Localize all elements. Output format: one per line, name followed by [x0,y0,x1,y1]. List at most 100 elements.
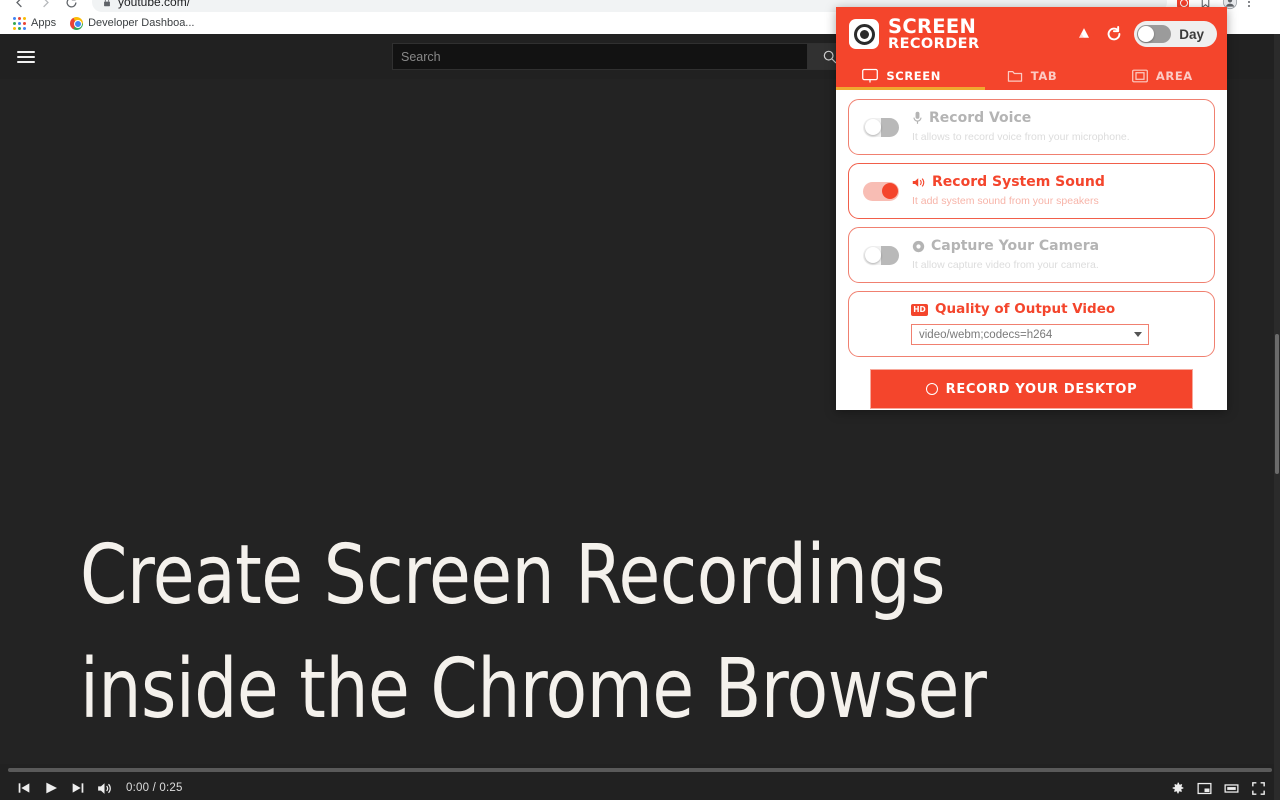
next-track-button[interactable] [64,776,91,800]
tab-area-label: AREA [1155,69,1193,83]
record-circle-icon [925,383,938,395]
record-system-sound-subtitle: It add system sound from your speakers [912,194,1099,207]
tab-screen[interactable]: SCREEN [836,62,966,90]
capture-camera-text: Capture Your Camera It allow capture vid… [912,238,1099,273]
capture-camera-title: Capture Your Camera [931,237,1100,254]
miniplayer-icon [1197,782,1212,794]
video-title-line-1: Create Screen Recordings [80,528,946,623]
tab-tab[interactable]: TAB [966,62,1096,90]
play-button[interactable] [37,776,64,800]
fullscreen-icon [1252,781,1265,795]
microphone-icon [913,111,922,124]
next-track-icon [72,783,83,793]
video-overlay-title: Create Screen Recordings inside the Chro… [80,519,1200,747]
record-system-sound-title: Record System Sound [932,173,1105,190]
record-system-sound-title-row: Record System Sound [912,174,1105,191]
record-voice-toggle[interactable] [863,117,899,137]
capture-camera-title-row: Capture Your Camera [912,238,1099,255]
record-your-desktop-button[interactable]: RECORD YOUR DESKTOP [870,369,1193,409]
progress-bar-track[interactable] [8,768,1272,772]
quality-select-value: video/webm;codecs=h264 [919,328,1053,341]
theater-mode-button[interactable] [1218,776,1245,800]
brand-line-1: SCREEN [888,15,977,38]
address-bar-url: youtube.com/ [118,0,191,9]
fullscreen-button[interactable] [1245,776,1272,800]
option-capture-camera[interactable]: Capture Your Camera It allow capture vid… [848,227,1215,283]
video-player-controls: 0:00 / 0:25 [0,764,1280,800]
apps-label: Apps [31,17,57,29]
chevron-down-icon [1134,332,1142,337]
area-select-icon [1131,69,1148,83]
apps-shortcut[interactable]: Apps [9,16,60,30]
forward-arrow-icon [42,0,49,7]
popup-tabs: SCREEN TAB AREA [836,62,1227,90]
theme-toggle-label: Day [1179,26,1204,42]
theme-toggle-track [1137,25,1172,43]
gear-icon [1172,782,1183,794]
screen-root: Create Screen Recordings inside the Chro… [0,0,1280,800]
brand-text: SCREEN RECORDER [888,16,980,52]
record-system-sound-toggle[interactable] [863,181,899,201]
record-system-sound-text: Record System Sound It add system sound … [912,174,1105,209]
lock-icon [104,0,110,6]
quality-select[interactable]: video/webm;codecs=h264 [911,324,1149,345]
apps-grid-icon [13,16,26,30]
chrome-menu-icon[interactable] [1248,0,1250,7]
popup-header-actions: Day [1074,21,1217,47]
reload-icon [66,0,76,7]
record-logo-icon [849,19,879,49]
monitor-icon [862,68,879,83]
bookmark-item-developer-dashboard[interactable]: Developer Dashboa... [66,16,198,30]
record-logo-ring [853,23,875,45]
hd-badge-icon: HD [911,303,928,316]
time-display: 0:00 / 0:25 [126,782,183,794]
settings-button[interactable] [1164,776,1191,800]
back-button[interactable] [6,0,32,12]
record-voice-title: Record Voice [929,109,1032,126]
record-voice-text: Record Voice It allows to record voice f… [912,110,1130,145]
play-icon [45,782,57,794]
record-your-desktop-label: RECORD YOUR DESKTOP [945,381,1138,397]
hamburger-menu-icon[interactable] [14,46,38,68]
page-scrollbar[interactable] [1274,34,1280,800]
player-controls-right [1164,776,1272,800]
reload-button[interactable] [58,0,84,12]
volume-button[interactable] [91,776,118,800]
volume-icon [98,782,111,794]
tab-screen-label: SCREEN [886,69,941,83]
search-input[interactable] [392,43,808,70]
tab-tab-label: TAB [1030,69,1058,83]
option-record-system-sound[interactable]: Record System Sound It add system sound … [848,163,1215,219]
miniplayer-button[interactable] [1191,776,1218,800]
chrome-icon [70,16,84,30]
previous-track-button[interactable] [10,776,37,800]
back-arrow-icon [15,0,22,7]
quality-title: Quality of Output Video [935,301,1116,317]
google-drive-icon[interactable] [1074,24,1094,44]
youtube-search [392,43,852,70]
refresh-history-icon[interactable] [1104,24,1124,44]
popup-header: SCREEN RECORDER Day SCREEN TAB AREA [836,7,1227,90]
player-controls-left: 0:00 / 0:25 [10,776,183,800]
tab-area[interactable]: AREA [1097,62,1227,90]
folder-tab-icon [1007,71,1022,82]
screen-recorder-popup: SCREEN RECORDER Day SCREEN TAB AREA Reco… [836,7,1227,410]
quality-of-output-video-card: HD Quality of Output Video video/webm;co… [848,291,1215,357]
brand-line-2: RECORDER [888,36,980,52]
capture-camera-toggle[interactable] [863,245,899,265]
bookmark-item-label: Developer Dashboa... [88,17,195,29]
theme-toggle[interactable]: Day [1134,21,1217,47]
video-title-line-2: inside the Chrome Browser [80,642,987,737]
popup-brand: SCREEN RECORDER [849,16,980,52]
capture-camera-subtitle: It allow capture video from your camera. [912,258,1099,271]
option-record-voice[interactable]: Record Voice It allows to record voice f… [848,99,1215,155]
popup-body: Record Voice It allows to record voice f… [836,90,1227,410]
previous-track-icon [18,783,29,793]
speaker-icon [912,177,925,187]
camera-icon [912,240,925,252]
quality-title-row: HD Quality of Output Video [863,301,1200,318]
record-voice-title-row: Record Voice [912,110,1130,127]
theater-mode-icon [1224,783,1239,793]
forward-button[interactable] [32,0,58,12]
scrollbar-thumb[interactable] [1275,334,1279,474]
